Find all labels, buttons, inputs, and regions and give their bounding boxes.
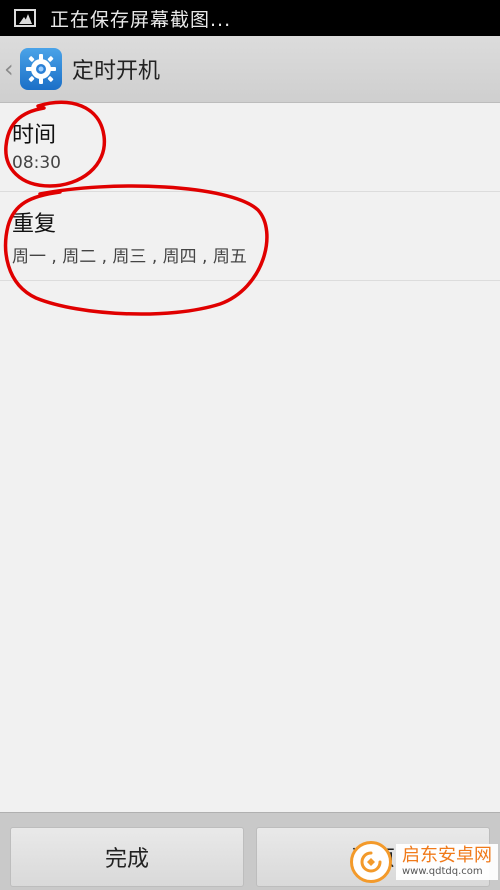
watermark: 启东安卓网 www.qdtdq.com — [350, 837, 498, 887]
time-label: 时间 — [12, 123, 57, 148]
settings-list: 时间 08:30 重复 周一 , 周二 , 周三 , 周四 , 周五 — [0, 103, 500, 281]
page-title: 定时开机 — [72, 59, 161, 84]
watermark-logo-icon — [350, 841, 392, 883]
action-bar: ‹ 定时开机 — [0, 36, 500, 103]
repeat-label: 重复 — [12, 212, 57, 237]
back-chevron-icon[interactable]: ‹ — [4, 55, 18, 83]
settings-gear-icon[interactable] — [20, 48, 62, 90]
watermark-text: 启东安卓网 www.qdtdq.com — [396, 844, 498, 880]
watermark-url: www.qdtdq.com — [402, 866, 483, 877]
repeat-value: 周一 , 周二 , 周三 , 周四 , 周五 — [12, 247, 247, 267]
watermark-name: 启东安卓网 — [402, 845, 492, 866]
list-item-time[interactable]: 时间 08:30 — [0, 103, 500, 192]
screenshot-icon — [14, 9, 36, 27]
status-bar: 正在保存屏幕截图... — [0, 0, 500, 36]
time-value: 08:30 — [12, 153, 61, 173]
list-item-repeat[interactable]: 重复 周一 , 周二 , 周三 , 周四 , 周五 — [0, 192, 500, 281]
done-button[interactable]: 完成 — [10, 827, 244, 887]
status-notification-text: 正在保存屏幕截图... — [50, 8, 232, 31]
